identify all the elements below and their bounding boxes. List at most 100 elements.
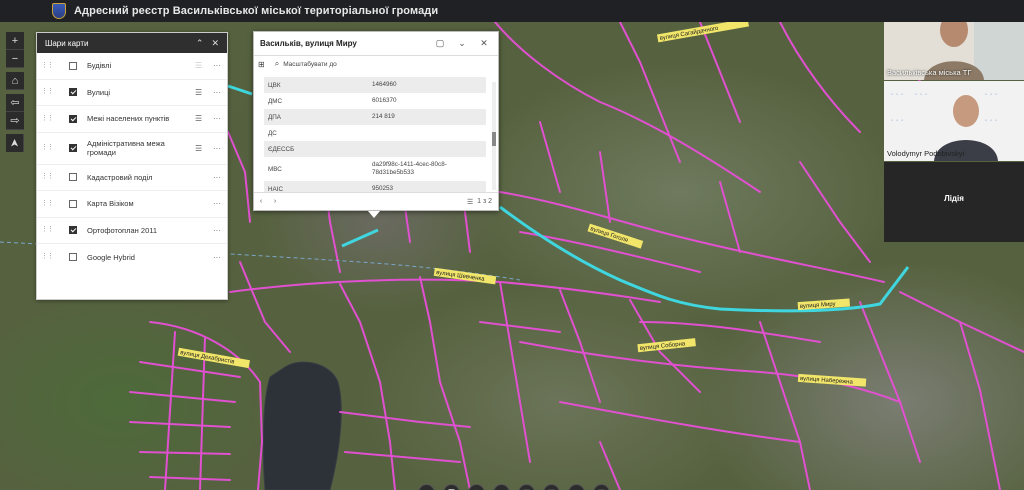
feature-list-icon[interactable]: ☰ [463, 198, 477, 206]
layer-label: Ортофотоплан 2011 [87, 225, 158, 235]
layer-label: Вулиці [87, 87, 111, 97]
attribute-value: 214 819 [372, 113, 395, 120]
grid-icon[interactable]: ⊞ [258, 60, 265, 69]
back-extent-button[interactable]: ⇦ [6, 94, 24, 112]
app-window: Адресний реєстр Васильківської міської т… [0, 0, 1024, 490]
layer-checkbox[interactable] [69, 88, 77, 97]
popup-pointer [368, 211, 380, 218]
drag-handle-icon[interactable]: ⋮⋮ [41, 115, 54, 122]
layer-row-google-hybrid[interactable]: ⋮⋮ Google Hybrid ··· [37, 244, 227, 271]
more-options-icon[interactable]: ··· [211, 114, 223, 123]
layer-checkbox[interactable] [69, 253, 77, 262]
drag-handle-icon[interactable]: ⋮⋮ [41, 253, 54, 260]
home-button[interactable]: ⌂ [6, 72, 24, 90]
legend-icon[interactable]: ☰ [195, 114, 205, 123]
zoom-to-label[interactable]: Масштабувати до [283, 61, 337, 68]
layer-label: Будівлі [87, 61, 112, 71]
layer-row-visicom[interactable]: ⋮⋮ Карта Візіком ··· [37, 191, 227, 218]
participant-tile[interactable]: ▲ ▲ ▲ ▲ ▲ ▲ ▲ ▲ ▲ ▲ ▲ ▲ ▲ ▲ ▲ Volodymyr Pod… [884, 81, 1024, 161]
attribute-value: da29f98c-1411-4cec-80c8-78d31be5b533 [372, 161, 447, 176]
more-options-icon[interactable]: ··· [211, 253, 223, 262]
attribute-row: ДПА 214 819 [264, 109, 486, 125]
zoom-to-row[interactable]: ⊞ ⌕ Масштабувати до [254, 56, 498, 72]
popup-header: Васильків, вулиця Миру ▢ ⌄ ✕ [254, 32, 498, 56]
layer-row-settlement-bounds[interactable]: ⋮⋮ Межі населених пунктів ☰ ··· [37, 106, 227, 133]
previous-feature-icon[interactable]: ‹ [254, 198, 268, 205]
dock-icon[interactable]: ▢ [432, 38, 448, 49]
zoom-out-button[interactable]: − [6, 50, 24, 68]
layer-checkbox[interactable] [69, 199, 77, 208]
compass-icon: ➤ [9, 138, 21, 148]
more-options-icon[interactable]: ··· [211, 144, 223, 153]
popup-scrollbar[interactable] [492, 82, 496, 190]
legend-icon[interactable]: ☰ [195, 88, 205, 97]
attribute-row: ДС [264, 125, 486, 141]
attribute-key: ДС [268, 129, 277, 137]
layer-label: Карта Візіком [87, 199, 134, 209]
layer-checkbox[interactable] [69, 226, 77, 235]
attribute-row: ЄДЕССБ [264, 141, 486, 157]
layer-label: Google Hybrid [87, 252, 135, 262]
drag-handle-icon[interactable]: ⋮⋮ [41, 173, 54, 180]
street-label: вулиця Соборна [640, 341, 687, 352]
layer-label: Кадастровий поділ [87, 172, 153, 182]
attribute-row: ДМС 6016370 [264, 93, 486, 109]
layer-row-orthophoto[interactable]: ⋮⋮ Ортофотоплан 2011 ··· [37, 218, 227, 244]
participant-name: Васильківська міська ТГ [887, 68, 972, 77]
drag-handle-icon[interactable]: ⋮⋮ [41, 226, 54, 233]
drag-handle-icon[interactable]: ⋮⋮ [41, 144, 54, 151]
chevron-down-icon[interactable]: ⌄ [454, 38, 470, 49]
layer-row-streets[interactable]: ⋮⋮ Вулиці ☰ ··· [37, 80, 227, 106]
attribute-key: ДПА [268, 113, 281, 121]
attribute-row: ЦВК 1464960 [264, 77, 486, 93]
app-title: Адресний реєстр Васильківської міської т… [74, 5, 439, 17]
drag-handle-icon[interactable]: ⋮⋮ [41, 200, 54, 207]
lake [262, 361, 342, 490]
more-options-icon[interactable]: ··· [211, 226, 223, 235]
attribute-value [372, 132, 486, 134]
svg-text:▲ ▲ ▲: ▲ ▲ ▲ [984, 91, 998, 96]
layer-checkbox[interactable] [69, 61, 77, 70]
popup-footer: ‹ › ☰ 1 з 2 [254, 192, 498, 210]
layer-checkbox[interactable] [69, 173, 77, 182]
layer-row-cadastral[interactable]: ⋮⋮ Кадастровий поділ ··· [37, 165, 227, 191]
layer-row-admin-boundary[interactable]: ⋮⋮ Адміністративна межа громади ☰ ··· [37, 133, 227, 165]
attribute-key: ЦВК [268, 81, 281, 89]
legend-icon[interactable]: ☰ [195, 61, 205, 70]
more-options-icon[interactable]: ··· [211, 61, 223, 70]
forward-extent-button[interactable]: ⇨ [6, 112, 24, 130]
layer-checkbox[interactable] [69, 144, 77, 152]
layer-row-buildings[interactable]: ⋮⋮ Будівлі ☰ ··· [37, 53, 227, 80]
next-feature-icon[interactable]: › [268, 198, 282, 205]
attribute-table: ЦВК 1464960 ДМС 6016370 ДПА 214 819 ДС ЄДЕС… [264, 77, 486, 193]
svg-text:▲ ▲ ▲: ▲ ▲ ▲ [890, 117, 904, 122]
participant-tile[interactable]: Лідія [884, 162, 1024, 242]
collapse-icon[interactable]: ⌃ [196, 38, 204, 49]
compass-button[interactable]: ➤ [6, 134, 24, 152]
more-options-icon[interactable]: ··· [211, 173, 223, 182]
coat-of-arms-logo [52, 3, 66, 19]
layer-label: Межі населених пунктів [87, 114, 170, 124]
more-options-icon[interactable]: ··· [211, 88, 223, 97]
zoom-out-icon: − [11, 52, 19, 65]
close-icon[interactable]: ✕ [211, 38, 219, 49]
close-icon[interactable]: ✕ [476, 38, 492, 49]
forward-icon: ⇨ [10, 115, 20, 127]
legend-icon[interactable]: ☰ [195, 144, 205, 153]
drag-handle-icon[interactable]: ⋮⋮ [41, 88, 54, 95]
feature-popup: Васильків, вулиця Миру ▢ ⌄ ✕ ⊞ ⌕ Масштаб… [253, 31, 499, 211]
layers-panel-title: Шари карти [45, 38, 89, 48]
attribute-value [372, 148, 486, 150]
layers-panel: Шари карти ⌃ ✕ ⋮⋮ Будівлі ☰ ··· ⋮⋮ Вулиці ☰ ··… [36, 32, 228, 300]
drag-handle-icon[interactable]: ⋮⋮ [41, 62, 54, 69]
zoom-in-button[interactable]: + [6, 32, 24, 50]
layer-checkbox[interactable] [69, 114, 77, 123]
attribute-value: 1464960 [372, 81, 397, 88]
attribute-row: МВС da29f98c-1411-4cec-80c8-78d31be5b533 [264, 157, 486, 181]
participant-name: Volodymyr Podobivskyi [887, 149, 965, 158]
more-options-icon[interactable]: ··· [211, 199, 223, 208]
svg-text:▲ ▲ ▲: ▲ ▲ ▲ [914, 91, 928, 96]
attribute-value: 6016370 [372, 97, 397, 104]
scroll-thumb[interactable] [492, 132, 496, 146]
feature-counter: 1 з 2 [477, 198, 492, 205]
